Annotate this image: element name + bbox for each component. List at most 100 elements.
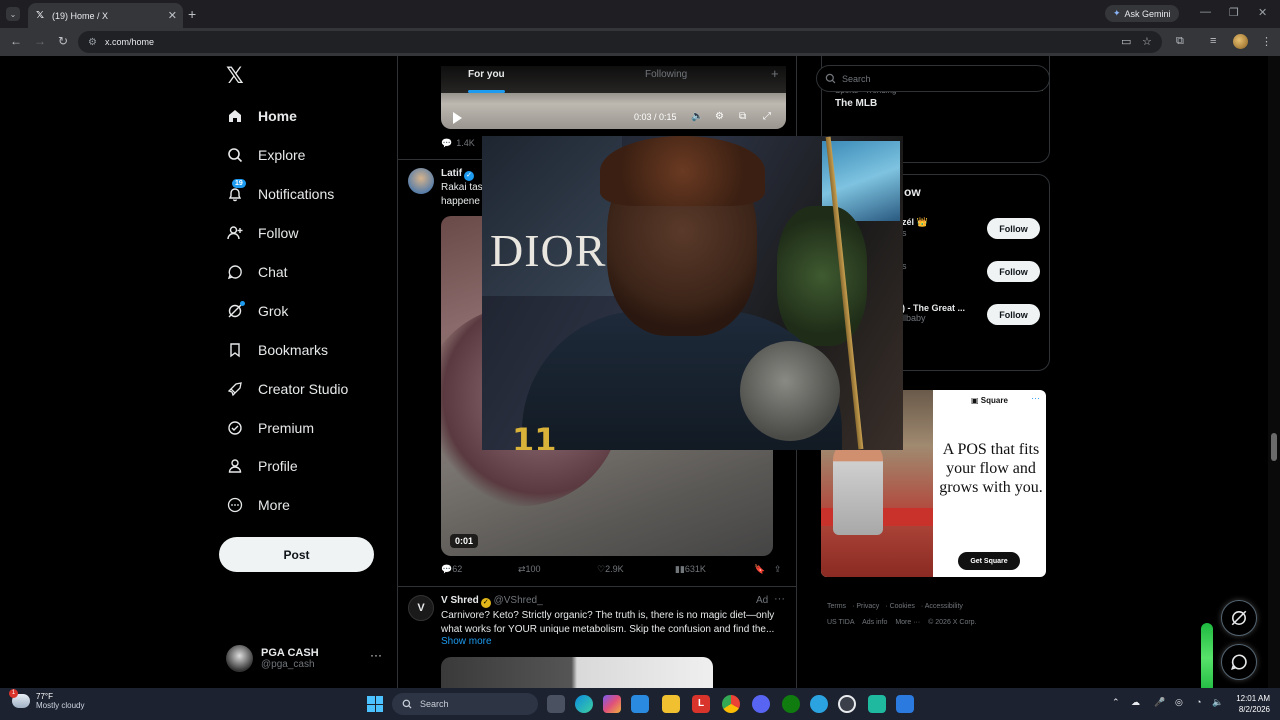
address-bar[interactable]: ⚙ x.com/home [78, 31, 1162, 53]
nav-follow[interactable]: Follow [226, 217, 298, 249]
bookmark-star-icon[interactable]: ☆ [1142, 35, 1152, 48]
onedrive-icon[interactable]: ☁ [1131, 697, 1140, 708]
nav-home[interactable]: Home [226, 100, 297, 132]
nav-notifications[interactable]: 19 Notifications [226, 178, 334, 210]
search-input[interactable]: Search [816, 65, 1050, 92]
page-scrollbar[interactable] [1268, 56, 1280, 688]
ad-more-icon[interactable]: ··· [1031, 393, 1040, 403]
nav-creator-studio[interactable]: Creator Studio [226, 373, 348, 405]
views-button[interactable]: ▮▮ 631K [675, 564, 706, 575]
nav-bookmarks[interactable]: Bookmarks [226, 334, 328, 366]
site-info-icon[interactable]: ⚙ [88, 37, 97, 48]
footer-link[interactable]: Accessibility [925, 603, 963, 610]
nav-premium[interactable]: Premium [226, 412, 314, 444]
fullscreen-icon[interactable]: ⤢ [763, 111, 771, 122]
footer-link[interactable]: Ads info [862, 619, 887, 626]
x-logo-icon[interactable]: 𝕏 [226, 64, 244, 89]
l-app-icon[interactable]: L [692, 695, 710, 713]
new-tab-button[interactable]: + [188, 6, 196, 22]
reading-list-icon[interactable]: ≡ [1210, 35, 1216, 47]
floating-green-widget[interactable] [1201, 623, 1213, 688]
account-more-icon[interactable]: ··· [370, 648, 382, 662]
trend-name[interactable]: The MLB [835, 98, 877, 109]
add-tab-icon[interactable]: + [771, 66, 779, 81]
nav-explore[interactable]: Explore [226, 139, 305, 171]
grok-floating-button[interactable] [1221, 600, 1257, 636]
footer-link[interactable]: More ··· [895, 619, 920, 626]
repost-button[interactable]: ⇄ 100 [518, 564, 541, 575]
footer-link[interactable]: Terms [827, 603, 846, 610]
show-more-link[interactable]: Show more [441, 636, 492, 647]
post-button[interactable]: Post [219, 537, 374, 572]
get-square-button[interactable]: Get Square [958, 552, 1020, 570]
like-button[interactable]: ♡ 2.9K [597, 564, 624, 575]
restore-icon[interactable]: ❐ [1229, 6, 1239, 19]
minimize-icon[interactable]: — [1200, 6, 1211, 18]
start-button[interactable] [367, 696, 383, 712]
file-explorer-icon[interactable] [662, 695, 680, 713]
weather-widget[interactable]: 1 77°F Mostly cloudy [9, 689, 84, 710]
scrollbar-thumb[interactable] [1271, 433, 1277, 461]
photos-icon[interactable] [896, 695, 914, 713]
follow-button[interactable]: Follow [987, 304, 1040, 325]
tab-search-button[interactable]: ⌄ [6, 7, 20, 21]
vshred-avatar[interactable]: V [408, 595, 434, 621]
picture-in-picture-video[interactable]: DIOR 11 [482, 136, 903, 450]
ad-image[interactable] [441, 657, 713, 688]
nav-chat[interactable]: Chat [226, 256, 288, 288]
account-switcher[interactable]: PGA CASH @pga_cash ··· [226, 642, 386, 674]
tweet-more-icon[interactable]: ··· [774, 593, 785, 605]
back-icon[interactable]: ← [10, 34, 22, 48]
microphone-icon[interactable]: 🎤 [1154, 697, 1165, 708]
messenger-icon[interactable] [810, 695, 828, 713]
forward-icon[interactable]: → [34, 34, 46, 48]
extensions-icon[interactable]: ⧉ [1176, 35, 1184, 48]
tweet-author[interactable]: V Shred ✓ @VShred_ [441, 595, 543, 608]
edge-icon[interactable] [575, 695, 593, 713]
whatsapp-icon[interactable] [868, 695, 886, 713]
play-icon[interactable] [453, 112, 462, 124]
suggested-account[interactable]: zél 👑 s [902, 217, 928, 238]
grok-app-icon[interactable] [838, 695, 856, 713]
prev-tweet-replies[interactable]: 💬 1.4K [441, 138, 475, 149]
reload-icon[interactable]: ↻ [58, 34, 68, 48]
footer-link[interactable]: Cookies [890, 603, 915, 610]
footer-link[interactable]: Privacy [856, 603, 879, 610]
browser-menu-icon[interactable]: ⋮ [1261, 35, 1272, 48]
vpn-icon[interactable]: ◎ [1175, 697, 1183, 708]
volume-icon[interactable]: 🔈 [691, 111, 703, 122]
nav-grok[interactable]: Grok [226, 295, 288, 327]
reply-button[interactable]: 💬 62 [441, 564, 462, 575]
footer-link[interactable]: US TIDA [827, 619, 855, 626]
suggested-account[interactable]: ) - The Great ... llbaby [902, 303, 965, 323]
browser-tab-x-home[interactable]: 𝕏 (19) Home / X ✕ [28, 3, 183, 28]
tweet-avatar[interactable] [408, 168, 434, 194]
cast-icon[interactable]: ▭ [1121, 35, 1131, 48]
close-window-icon[interactable]: ✕ [1258, 6, 1267, 19]
bookmark-icon[interactable]: 🔖 [754, 564, 765, 575]
xbox-icon[interactable] [782, 695, 800, 713]
nav-profile[interactable]: Profile [226, 450, 298, 482]
taskbar-search[interactable]: Search [392, 693, 538, 715]
follow-button[interactable]: Follow [987, 218, 1040, 239]
volume-icon[interactable]: 🔈 [1212, 697, 1223, 708]
task-view-icon[interactable] [547, 695, 565, 713]
ask-gemini-button[interactable]: ✦ Ask Gemini [1105, 5, 1179, 22]
tweet-author[interactable]: Latif ✓ [441, 168, 475, 181]
settings-gear-icon[interactable]: ⚙ [715, 111, 724, 122]
chat-floating-button[interactable] [1221, 644, 1257, 680]
store-icon[interactable] [631, 695, 649, 713]
share-icon[interactable]: ⇪ [774, 564, 782, 575]
wifi-icon[interactable]: ◔ [1196, 697, 1201, 707]
browser-profile-avatar[interactable] [1233, 34, 1248, 49]
tray-overflow-icon[interactable]: ⌃ [1112, 697, 1120, 708]
chrome-icon[interactable] [722, 695, 740, 713]
nav-more[interactable]: More [226, 489, 290, 521]
discord-icon[interactable] [752, 695, 770, 713]
picture-in-picture-icon[interactable]: ⧉ [739, 111, 746, 122]
system-clock[interactable]: 12:01 AM 8/2/2026 [1228, 693, 1270, 715]
follow-button[interactable]: Follow [987, 261, 1040, 282]
tab-for-you[interactable]: For you [468, 69, 505, 80]
close-tab-icon[interactable]: ✕ [168, 9, 177, 22]
copilot-icon[interactable] [603, 695, 621, 713]
